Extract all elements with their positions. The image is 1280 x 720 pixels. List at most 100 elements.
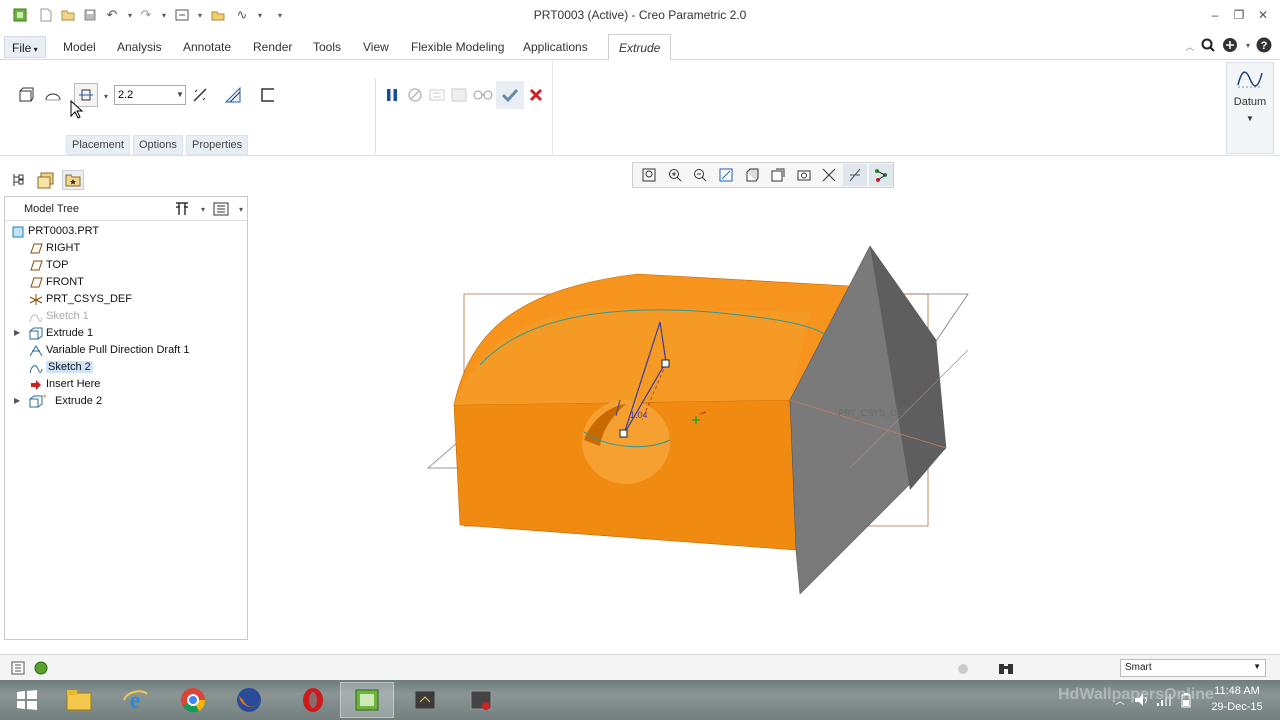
extrude-surface-icon[interactable] [41,83,65,107]
tab-annotate[interactable]: Annotate [183,40,231,54]
model-tree-tab-icon[interactable] [10,172,26,188]
datum-display-filters-icon[interactable] [843,164,868,186]
model-tree-header: Model Tree ▾ ▾ [5,197,247,221]
tab-render[interactable]: Render [253,40,292,54]
tree-node-label: Sketch 1 [46,310,89,322]
windows-taskbar: e HdWallpapersOnline ︿ 11:48 AM 29-Dec-1… [0,680,1280,720]
datum-icon [1227,67,1273,94]
settings-tools-icon[interactable] [173,201,189,217]
dimension-label[interactable]: 1.04 [630,410,648,420]
sketch-icon [29,310,43,323]
tab-extrude[interactable]: Extrude [608,34,672,61]
perspective-view-icon[interactable] [818,164,842,186]
app-taskbar-icon[interactable] [398,682,452,718]
opera-icon[interactable] [286,682,340,718]
refit-icon[interactable] [637,164,661,186]
close-window-button[interactable]: ✕ [1254,6,1272,24]
datum-plane-icon [29,276,43,289]
creo-taskbar-icon[interactable] [340,682,394,718]
datum-group[interactable]: Datum ▼ [1226,62,1274,154]
tree-node-label: RIGHT [46,242,81,254]
chrome-icon[interactable] [166,682,220,718]
sketch-icon [29,361,43,374]
tree-node-label: Extrude 2 [55,395,103,407]
show-hidden-icons[interactable]: ︿ [1112,692,1128,708]
window-title: PRT0003 (Active) - Creo Parametric 2.0 [533,8,747,22]
zoom-out-icon[interactable] [689,164,713,186]
clock-date: 29-Dec-15 [1211,701,1263,713]
show-dropdown-icon[interactable]: ▾ [233,201,249,217]
graphics-toolbar [632,162,894,188]
zoom-in-icon[interactable] [663,164,687,186]
chevron-down-icon: ▼ [1253,662,1261,671]
display-style-icon[interactable] [740,164,764,186]
extrude-solid-icon[interactable] [14,83,38,107]
tab-model[interactable]: Model [63,40,96,54]
system-clock[interactable]: 11:48 AM 29-Dec-15 [1200,683,1274,715]
find-binoculars-icon[interactable] [998,660,1014,676]
sketch-handle[interactable] [619,429,628,438]
model-tree-panel: Model Tree ▾ ▾ PRT0003.PRT RIGHT TOP FRO… [4,196,248,640]
network-signal-icon[interactable] [1156,692,1172,708]
navigator-toggle-icon[interactable] [10,660,26,676]
file-menu-label: File [12,41,32,55]
battery-icon[interactable] [1178,692,1194,708]
community-icon[interactable] [1222,37,1238,53]
expand-arrow-icon[interactable]: ▶ [14,396,20,405]
pause-icon[interactable] [380,83,404,107]
extrude-icon [29,395,43,408]
annotation-display-icon[interactable] [869,164,893,186]
apply-checkmark-icon[interactable] [496,81,524,109]
minimize-ribbon-icon[interactable]: ︿ [1182,38,1198,54]
file-explorer-icon[interactable] [52,682,106,718]
tab-applications[interactable]: Applications [523,40,588,54]
expand-arrow-icon[interactable]: ▶ [14,328,20,337]
internet-explorer-icon[interactable]: e [108,682,162,718]
attached-preview-icon[interactable] [425,83,449,107]
file-menu[interactable]: File ▾ [4,36,46,58]
detached-preview-icon[interactable] [447,83,471,107]
view-manager-icon[interactable] [792,164,816,186]
verify-mode-icon[interactable] [471,83,495,107]
tab-tools[interactable]: Tools [313,40,341,54]
show-tree-icon[interactable] [213,201,229,217]
search-icon[interactable] [1200,37,1216,53]
insert-arrow-icon [29,378,43,391]
sketch-handle[interactable] [661,359,670,368]
remove-material-icon[interactable] [221,83,245,107]
firefox-icon[interactable] [222,682,276,718]
graphics-viewport[interactable]: 1.04 PRT_CSYS_DEF [380,200,1020,640]
svg-text:?: ? [1261,40,1268,52]
placement-tab[interactable]: Placement [66,135,130,155]
repaint-icon[interactable] [714,164,738,186]
selection-filter-select[interactable]: Smart ▼ [1120,659,1266,677]
minimize-button[interactable]: – [1206,6,1224,24]
start-button[interactable] [0,682,54,718]
tab-flexible-modeling[interactable]: Flexible Modeling [411,40,504,54]
saved-orientations-icon[interactable] [766,164,790,186]
folder-browser-tab-icon[interactable] [36,170,56,190]
community-dropdown-icon[interactable]: ▾ [1240,37,1256,53]
depth-value-dropdown-icon[interactable]: ▼ [174,85,186,105]
status-bar: Smart ▼ [0,654,1280,680]
csys-label: PRT_CSYS_DEF [838,408,909,418]
cancel-x-icon[interactable] [524,83,548,107]
favorites-tab-icon[interactable] [62,170,84,190]
tab-view[interactable]: View [363,40,389,54]
help-icon[interactable]: ? [1256,37,1272,53]
flip-direction-icon[interactable] [188,83,212,107]
depth-option-dropdown-icon[interactable]: ▾ [98,88,114,104]
volume-icon[interactable] [1134,692,1150,708]
options-tab[interactable]: Options [133,135,183,155]
settings-dropdown-icon[interactable]: ▾ [195,201,211,217]
thicken-sketch-icon[interactable] [256,83,280,107]
no-preview-icon[interactable] [403,83,427,107]
model-tree-title: Model Tree [24,203,80,215]
properties-tab[interactable]: Properties [186,135,249,155]
tree-node-label: Variable Pull Direction Draft 1 [46,344,190,356]
datum-plane-icon [29,242,43,255]
browser-toggle-icon[interactable] [33,660,49,676]
recorder-taskbar-icon[interactable] [454,682,508,718]
tab-analysis[interactable]: Analysis [117,40,162,54]
maximize-button[interactable]: ❐ [1230,6,1248,24]
